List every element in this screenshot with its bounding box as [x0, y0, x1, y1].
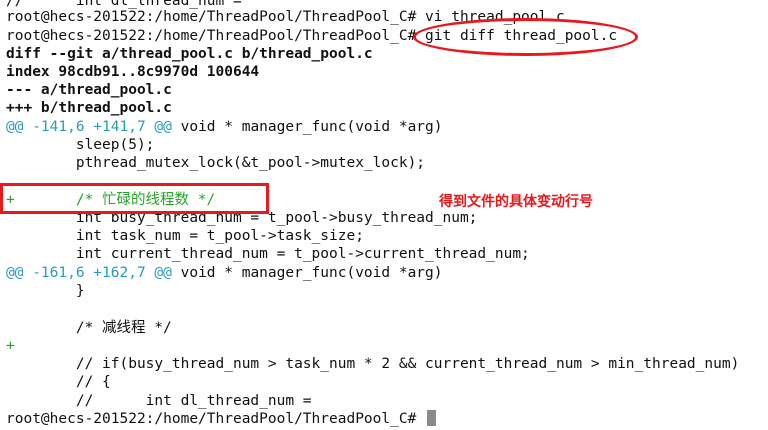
shell-prompt: root@hecs-201522:/home/ThreadPool/Thread… [6, 411, 426, 427]
annotation-label: 得到文件的具体变动行号 [439, 194, 593, 210]
terminal-line: sleep(5); [6, 137, 155, 153]
diff-index-line: index 98cdb91..8c9970d 100644 [6, 64, 260, 80]
diff-hunk-line: @@ -161,6 +162,7 @@ void * manager_func(… [6, 264, 443, 282]
diff-added-line: + [6, 338, 15, 354]
terminal-line: // { [6, 374, 111, 390]
hunk-context: void * manager_func(void *arg) [171, 265, 443, 281]
terminal-line: int current_thread_num = t_pool->current… [6, 246, 530, 262]
terminal-line: int task_num = t_pool->task_size; [6, 228, 364, 244]
shell-prompt-line[interactable]: root@hecs-201522:/home/ThreadPool/Thread… [6, 410, 437, 428]
terminal-line: // if(busy_thread_num > task_num * 2 && … [6, 356, 740, 372]
highlight-box-added-line [0, 183, 269, 214]
hunk-header: @@ -141,6 +141,7 @@ [6, 119, 172, 135]
hunk-header: @@ -161,6 +162,7 @@ [6, 265, 172, 281]
terminal-line: } [6, 283, 85, 299]
terminal-line: // int dl_thread_num = [6, 393, 312, 409]
diff-header-line: diff --git a/thread_pool.c b/thread_pool… [6, 46, 373, 62]
text-cursor [427, 410, 437, 426]
diff-old-file-line: --- a/thread_pool.c [6, 82, 172, 98]
terminal-line: pthread_mutex_lock(&t_pool->mutex_lock); [6, 155, 426, 171]
terminal-window[interactable]: // int dl_thread_num = root@hecs-201522:… [0, 0, 768, 430]
hunk-context: void * manager_func(void *arg) [171, 119, 443, 135]
diff-hunk-line: @@ -141,6 +141,7 @@ void * manager_func(… [6, 118, 443, 136]
diff-new-file-line: +++ b/thread_pool.c [6, 100, 172, 116]
highlight-ellipse-git-diff-command [413, 18, 638, 56]
terminal-line: /* 减线程 */ [6, 320, 172, 336]
